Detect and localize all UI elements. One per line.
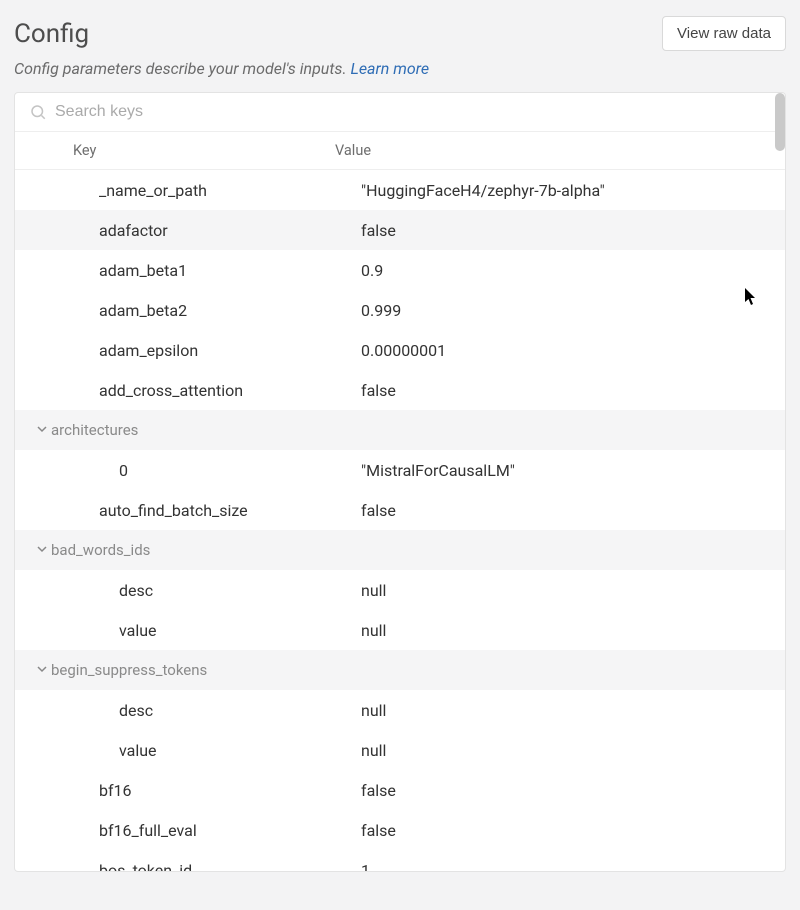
config-row: valuenull (15, 730, 785, 770)
config-key: desc (41, 581, 361, 600)
search-icon (29, 103, 47, 121)
config-key: adafactor (41, 221, 361, 240)
config-row: 0"MistralForCausalLM" (15, 450, 785, 490)
config-key: value (41, 621, 361, 640)
config-value: false (361, 781, 785, 800)
config-row: descnull (15, 570, 785, 610)
search-input[interactable] (55, 103, 771, 121)
chevron-down-icon (15, 543, 41, 557)
config-key: 0 (41, 461, 361, 480)
config-key: architectures (41, 421, 361, 439)
config-row: adam_epsilon0.00000001 (15, 330, 785, 370)
config-row: adam_beta10.9 (15, 250, 785, 290)
config-key: adam_beta1 (41, 261, 361, 280)
config-key: _name_or_path (41, 181, 361, 200)
chevron-down-icon (15, 423, 41, 437)
config-key: adam_epsilon (41, 341, 361, 360)
config-header: Config View raw data (0, 0, 800, 59)
page-title: Config (14, 19, 89, 49)
config-row: bos_token_id1 (15, 850, 785, 872)
config-row: _name_or_path"HuggingFaceH4/zephyr-7b-al… (15, 170, 785, 210)
config-row: adafactorfalse (15, 210, 785, 250)
view-raw-button[interactable]: View raw data (662, 16, 786, 51)
config-value: null (361, 621, 785, 640)
config-row: bf16false (15, 770, 785, 810)
config-value: 0.999 (361, 301, 785, 320)
config-value: 1 (361, 861, 785, 873)
config-value: "HuggingFaceH4/zephyr-7b-alpha" (361, 181, 785, 200)
chevron-down-icon (15, 663, 41, 677)
config-key: bf16_full_eval (41, 821, 361, 840)
subtitle-text: Config parameters describe your model's … (14, 59, 350, 78)
config-group-row[interactable]: bad_words_ids (15, 530, 785, 570)
config-value: false (361, 381, 785, 400)
column-header-key: Key (15, 142, 335, 159)
config-value: 0.9 (361, 261, 785, 280)
config-row: add_cross_attentionfalse (15, 370, 785, 410)
learn-more-link[interactable]: Learn more (350, 59, 429, 78)
config-value: false (361, 221, 785, 240)
config-group-row[interactable]: architectures (15, 410, 785, 450)
config-key: begin_suppress_tokens (41, 661, 361, 679)
config-value: 0.00000001 (361, 341, 785, 360)
column-header-value: Value (335, 142, 785, 159)
config-value: null (361, 741, 785, 760)
config-row: auto_find_batch_sizefalse (15, 490, 785, 530)
config-key: bos_token_id (41, 861, 361, 873)
config-row: bf16_full_evalfalse (15, 810, 785, 850)
scrollbar[interactable] (775, 93, 785, 151)
config-group-row[interactable]: begin_suppress_tokens (15, 650, 785, 690)
config-subtitle: Config parameters describe your model's … (0, 59, 800, 92)
config-row: adam_beta20.999 (15, 290, 785, 330)
config-rows: _name_or_path"HuggingFaceH4/zephyr-7b-al… (15, 170, 785, 872)
table-header: Key Value (15, 132, 785, 170)
config-row: descnull (15, 690, 785, 730)
config-key: add_cross_attention (41, 381, 361, 400)
config-key: auto_find_batch_size (41, 501, 361, 520)
config-value: null (361, 701, 785, 720)
config-key: bf16 (41, 781, 361, 800)
config-value: false (361, 821, 785, 840)
config-value: null (361, 581, 785, 600)
config-value: false (361, 501, 785, 520)
config-key: adam_beta2 (41, 301, 361, 320)
config-value: "MistralForCausalLM" (361, 461, 785, 480)
config-row: valuenull (15, 610, 785, 650)
config-key: value (41, 741, 361, 760)
config-key: bad_words_ids (41, 541, 361, 559)
search-wrap (15, 93, 785, 132)
config-panel: Key Value _name_or_path"HuggingFaceH4/ze… (14, 92, 786, 872)
config-key: desc (41, 701, 361, 720)
